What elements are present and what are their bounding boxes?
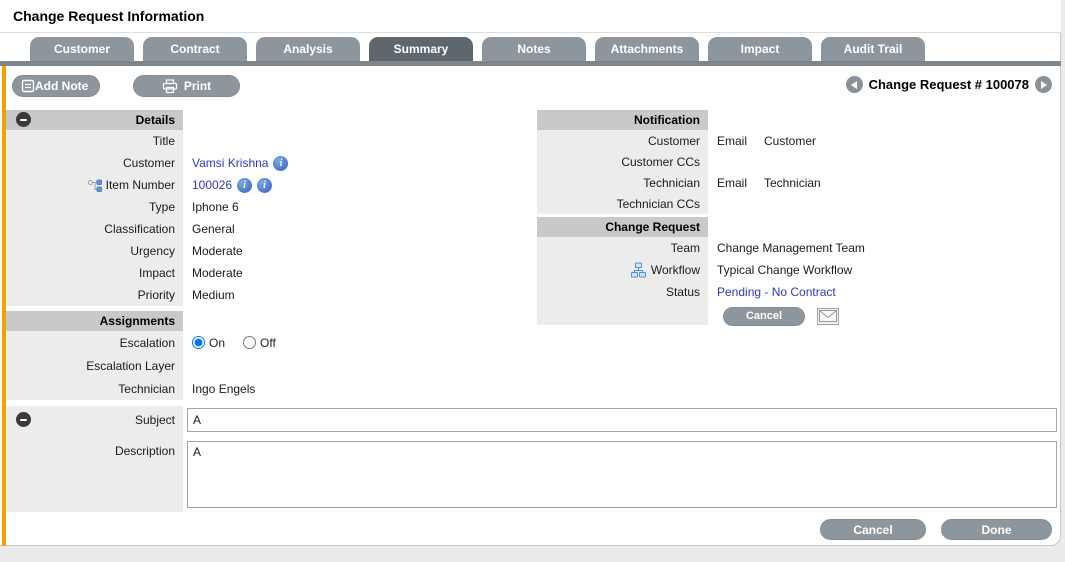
notify-customer-value: Customer [764,134,816,148]
technician-value: Ingo Engels [183,382,706,396]
assignments-header: Assignments [6,311,183,331]
tab-summary[interactable]: Summary [369,37,473,61]
record-nav-label: Change Request # 100078 [869,77,1029,92]
notify-technician-value: Technician [764,176,821,190]
team-value: Change Management Team [708,241,1060,255]
escalation-off-radio[interactable] [243,336,256,349]
chevron-right-circle-icon[interactable] [1035,76,1052,93]
escalation-off-label: Off [260,336,276,350]
notify-customer-label: Customer [537,130,708,151]
technician-ccs-label: Technician CCs [537,193,708,214]
notify-customer-method: Email [717,134,759,148]
customer-label: Customer [6,152,183,174]
record-navigator: Change Request # 100078 [846,76,1052,93]
item-relationship-icon [87,178,102,193]
title-label: Title [6,130,183,152]
notification-header-row: Notification [537,110,1060,130]
page-title: Change Request Information [0,0,1061,33]
field-row-workflow: Workflow Typical Change Workflow [537,259,1060,281]
description-label: Description [115,444,175,458]
escalation-on-option[interactable]: On [192,336,225,350]
change-request-page: Change Request Information Customer Cont… [0,0,1065,562]
chevron-left-circle-icon[interactable] [846,76,863,93]
field-row-escalation: Escalation On Off [6,331,706,354]
item-info-icon-2[interactable]: i [257,178,272,193]
tab-attachments[interactable]: Attachments [595,37,699,61]
technician-label: Technician [6,377,183,400]
workflow-value: Typical Change Workflow [708,263,1060,277]
classification-label: Classification [6,218,183,240]
status-actions-spacer [537,303,708,325]
status-cancel-button[interactable]: Cancel [723,307,805,326]
field-row-team: Team Change Management Team [537,237,1060,259]
field-row-technician-ccs: Technician CCs [537,193,1060,214]
subject-label: Subject [135,413,175,427]
description-textarea[interactable]: A [187,441,1057,508]
printer-icon [162,79,178,94]
field-row-status-actions: Cancel [537,303,1060,325]
tab-notes[interactable]: Notes [482,37,586,61]
tab-audit-trail[interactable]: Audit Trail [821,37,925,61]
escalation-on-label: On [209,336,225,350]
tab-strip: Customer Contract Analysis Summary Notes… [0,37,1061,61]
details-header: Details [6,110,183,130]
tab-contract[interactable]: Contract [143,37,247,61]
collapse-message-icon[interactable] [16,412,31,427]
add-note-button[interactable]: Add Note [12,75,100,97]
subject-input[interactable] [187,408,1057,432]
type-label: Type [6,196,183,218]
field-row-technician: Technician Ingo Engels [6,377,706,400]
status-link[interactable]: Pending - No Contract [717,285,836,299]
escalation-layer-label: Escalation Layer [6,354,183,377]
tab-strip-underline [0,61,1061,66]
field-row-status: Status Pending - No Contract [537,281,1060,303]
team-label: Team [537,237,708,259]
customer-info-icon[interactable]: i [273,156,288,171]
tab-impact[interactable]: Impact [708,37,812,61]
priority-label: Priority [6,284,183,306]
impact-label: Impact [6,262,183,284]
note-icon [21,79,35,93]
change-request-header-row: Change Request [537,217,1060,237]
item-number-label: Item Number [106,178,175,192]
add-note-label: Add Note [35,79,88,93]
escalation-off-option[interactable]: Off [243,336,276,350]
envelope-icon [819,310,837,322]
urgency-label: Urgency [6,240,183,262]
cancel-button[interactable]: Cancel [820,519,926,540]
email-button[interactable] [817,308,839,325]
collapse-details-icon[interactable] [16,112,31,127]
notification-panel: Notification Customer Email Customer Cus… [537,110,1060,325]
item-info-icon[interactable]: i [237,178,252,193]
status-label: Status [537,281,708,303]
workflow-label: Workflow [651,263,700,277]
escalation-label: Escalation [6,331,183,354]
done-button[interactable]: Done [941,519,1052,540]
tab-analysis[interactable]: Analysis [256,37,360,61]
print-label: Print [184,79,211,93]
field-row-escalation-layer: Escalation Layer [6,354,706,377]
change-request-header: Change Request [537,217,708,237]
field-row-customer-ccs: Customer CCs [537,151,1060,172]
escalation-on-radio[interactable] [192,336,205,349]
message-label-column: Subject Description [6,406,183,512]
notification-header: Notification [537,110,708,130]
field-row-notify-customer: Customer Email Customer [537,130,1060,151]
field-row-notify-technician: Technician Email Technician [537,172,1060,193]
tab-customer[interactable]: Customer [30,37,134,61]
customer-link[interactable]: Vamsi Krishna [192,156,268,170]
main-panel: Change Request Information Customer Cont… [0,0,1061,546]
customer-ccs-label: Customer CCs [537,151,708,172]
notify-technician-method: Email [717,176,759,190]
notify-technician-label: Technician [537,172,708,193]
workflow-diagram-icon[interactable] [630,262,647,278]
print-button[interactable]: Print [133,75,240,97]
item-number-link[interactable]: 100026 [192,178,232,192]
